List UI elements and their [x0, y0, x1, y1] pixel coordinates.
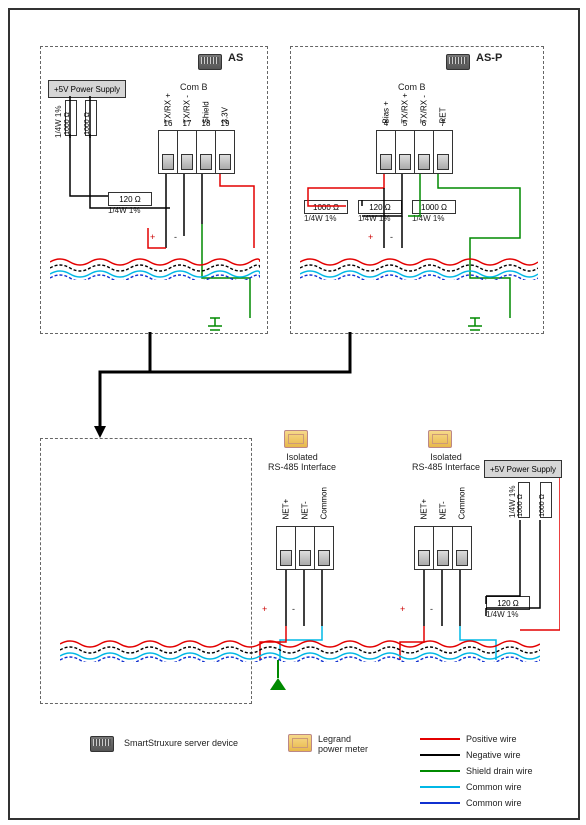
meter-cable: [60, 638, 540, 662]
meter2-minus: -: [430, 604, 433, 614]
power-meter-icon: [288, 734, 312, 752]
legend-common1: Common wire: [420, 782, 522, 792]
asp-cable: [300, 256, 538, 280]
as-wires: [40, 78, 266, 332]
legend-positive: Positive wire: [420, 734, 517, 744]
legend-meter: Legrand power meter: [318, 734, 368, 754]
connection-arrow: [40, 332, 360, 442]
as-minus: -: [174, 232, 177, 242]
server-device-icon: [198, 54, 222, 70]
server-device-icon: [446, 54, 470, 70]
meter2-plus: +: [400, 604, 405, 614]
asp-minus: -: [390, 232, 393, 242]
asp-plus: +: [368, 232, 373, 242]
legend-device: SmartStruxure server device: [124, 738, 238, 748]
as-cable: [50, 256, 260, 280]
meter1-minus: -: [292, 604, 295, 614]
as-plus: +: [150, 232, 155, 242]
asp-wires: [290, 78, 542, 332]
meter1-plus: +: [262, 604, 267, 614]
as-title: AS: [228, 52, 243, 64]
legend-common2: Common wire: [420, 798, 522, 808]
legend-shield: Shield drain wire: [420, 766, 533, 776]
server-device-icon: [90, 736, 114, 752]
legend-negative: Negative wire: [420, 750, 521, 760]
asp-title: AS-P: [476, 52, 502, 64]
